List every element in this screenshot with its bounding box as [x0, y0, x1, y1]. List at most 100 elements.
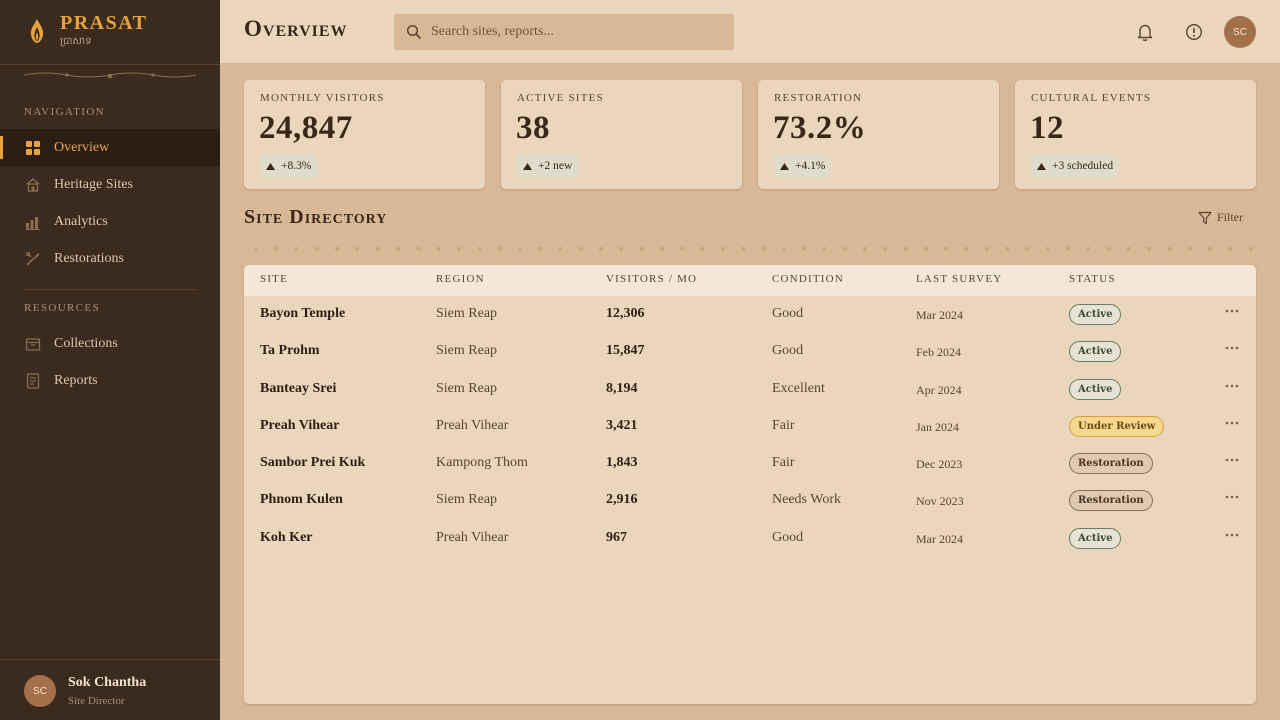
table-row[interactable]: Bayon Temple Siem Reap 12,306 Good Mar 2024 A… [244, 296, 1256, 333]
status-badge: Restoration [1069, 490, 1153, 511]
more-options-icon[interactable] [1224, 308, 1240, 314]
stat-card-monthly-visitors: MONTHLY VISITORS 24,847 +8.3% [244, 80, 485, 189]
stat-value: 12 [1030, 110, 1064, 146]
user-name: Sok Chantha [68, 675, 147, 690]
search-box[interactable] [394, 14, 734, 50]
cell-condition: Good [772, 343, 804, 358]
tools-icon [25, 251, 40, 266]
cell-last-survey: Dec 2023 [916, 457, 963, 471]
cell-site[interactable]: Koh Ker [260, 530, 313, 546]
grid-icon [26, 140, 40, 155]
dotted-divider [254, 247, 1253, 251]
stat-change: +3 scheduled [1052, 160, 1114, 172]
cell-last-survey: Jan 2024 [916, 420, 959, 434]
trend-up-icon [780, 162, 789, 170]
brand-name: PRASAT [60, 12, 148, 34]
cell-last-survey: Nov 2023 [916, 494, 964, 508]
more-options-icon[interactable] [1224, 532, 1240, 538]
bell-icon[interactable] [1135, 22, 1155, 42]
section-title: Site Directory [244, 206, 388, 228]
search-input[interactable] [431, 24, 721, 40]
cell-site[interactable]: Phnom Kulen [260, 492, 343, 508]
cell-visitors: 15,847 [606, 343, 645, 358]
table-row[interactable]: Preah Vihear Preah Vihear 3,421 Fair Jan 202… [244, 408, 1256, 445]
user-profile[interactable]: SC Sok Chantha Site Director [0, 659, 220, 720]
cell-last-survey: Feb 2024 [916, 345, 961, 359]
cell-condition: Fair [772, 418, 795, 433]
cell-site[interactable]: Preah Vihear [260, 418, 339, 434]
cell-region: Preah Vihear [436, 530, 509, 545]
more-options-icon[interactable] [1224, 345, 1240, 351]
status-badge: Under Review [1069, 416, 1165, 437]
temple-icon [26, 177, 40, 192]
sidebar-item-heritage-sites[interactable]: Heritage Sites [0, 166, 220, 203]
table-row[interactable]: Ta Prohm Siem Reap 15,847 Good Feb 2024 Activ… [244, 333, 1256, 370]
column-header-status[interactable]: STATUS [1069, 273, 1116, 285]
cell-site[interactable]: Banteay Srei [260, 381, 336, 397]
table-row[interactable]: Koh Ker Preah Vihear 967 Good Mar 2024 Active [244, 520, 1256, 557]
stat-change-badge: +3 scheduled [1031, 155, 1120, 177]
avatar: SC [24, 675, 56, 707]
sidebar-item-label: Restorations [54, 250, 124, 266]
stat-value: 24,847 [259, 110, 353, 146]
more-options-icon[interactable] [1224, 457, 1240, 463]
table-row[interactable]: Banteay Srei Siem Reap 8,194 Excellent Apr 2… [244, 371, 1256, 408]
sidebar-item-reports[interactable]: Reports [0, 362, 220, 399]
more-options-icon[interactable] [1224, 383, 1240, 389]
stat-change: +4.1% [795, 160, 826, 172]
stat-change-badge: +8.3% [260, 155, 318, 177]
cell-visitors: 2,916 [606, 492, 638, 507]
stat-label: RESTORATION [774, 92, 863, 104]
sidebar-item-collections[interactable]: Collections [0, 325, 220, 362]
filter-label: Filter [1217, 210, 1243, 224]
sidebar-item-overview[interactable]: Overview [0, 129, 220, 166]
page-title: Overview [244, 16, 348, 41]
cell-condition: Good [772, 530, 804, 545]
sidebar-item-analytics[interactable]: Analytics [0, 203, 220, 240]
status-badge: Active [1069, 341, 1122, 362]
cell-visitors: 967 [606, 530, 627, 545]
cell-condition: Fair [772, 455, 795, 470]
sidebar-divider [0, 64, 220, 65]
cell-site[interactable]: Sambor Prei Kuk [260, 455, 365, 471]
stat-label: ACTIVE SITES [517, 92, 604, 104]
stat-change: +2 new [538, 160, 573, 172]
cell-last-survey: Mar 2024 [916, 308, 963, 322]
cell-site[interactable]: Ta Prohm [260, 343, 320, 359]
cell-region: Siem Reap [436, 492, 498, 507]
column-header-region[interactable]: REGION [436, 273, 485, 285]
status-badge: Active [1069, 528, 1122, 549]
info-icon[interactable] [1184, 22, 1204, 42]
header-avatar[interactable]: SC [1224, 16, 1256, 48]
sidebar-section-divider [24, 289, 196, 290]
table-row[interactable]: Phnom Kulen Siem Reap 2,916 Needs Work Nov 2… [244, 482, 1256, 519]
stat-card-cultural-events: CULTURAL EVENTS 12 +3 scheduled [1015, 80, 1256, 189]
more-options-icon[interactable] [1224, 494, 1240, 500]
column-header-condition[interactable]: CONDITION [772, 273, 844, 285]
trend-up-icon [1037, 162, 1046, 170]
cell-site[interactable]: Bayon Temple [260, 306, 345, 322]
table-row[interactable]: Sambor Prei Kuk Kampong Thom 1,843 Fair Dec … [244, 445, 1256, 482]
cell-region: Siem Reap [436, 381, 498, 396]
more-options-icon[interactable] [1224, 420, 1240, 426]
column-header-last-survey[interactable]: LAST SURVEY [916, 273, 1002, 285]
sidebar-item-label: Analytics [54, 213, 108, 229]
cell-visitors: 3,421 [606, 418, 638, 433]
status-badge: Restoration [1069, 453, 1153, 474]
status-badge: Active [1069, 304, 1122, 325]
archive-icon [25, 337, 41, 351]
cell-condition: Good [772, 306, 804, 321]
user-role: Site Director [68, 695, 125, 707]
stat-label: MONTHLY VISITORS [260, 92, 385, 104]
column-header-site[interactable]: SITE [260, 273, 288, 285]
status-badge: Active [1069, 379, 1122, 400]
brand[interactable]: PRASAT ប្រាសាទ [28, 13, 148, 48]
filter-icon [1198, 211, 1212, 224]
sidebar-item-restorations[interactable]: Restorations [0, 240, 220, 277]
search-icon [406, 24, 422, 40]
cell-region: Kampong Thom [436, 455, 528, 470]
stat-value: 73.2% [773, 110, 867, 146]
stat-card-active-sites: ACTIVE SITES 38 +2 new [501, 80, 742, 189]
filter-button[interactable]: Filter [1198, 210, 1243, 225]
column-header-visitors[interactable]: VISITORS / MO [606, 273, 697, 285]
